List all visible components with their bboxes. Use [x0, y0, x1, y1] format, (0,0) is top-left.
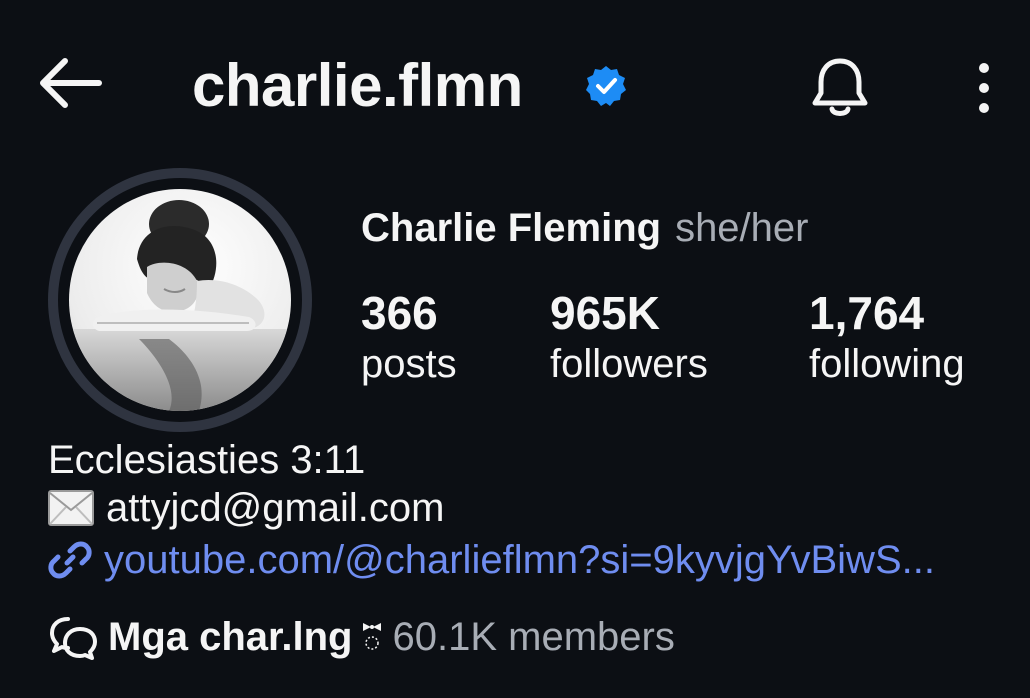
following-label: following: [809, 342, 965, 386]
posts-label: posts: [361, 342, 457, 386]
verified-badge-icon: [586, 66, 626, 106]
profile-username: charlie.flmn: [192, 52, 523, 119]
bio-line: Ecclesiasties 3:11: [48, 435, 365, 485]
more-options-button[interactable]: [960, 50, 1008, 126]
stat-followers[interactable]: 965K followers: [550, 286, 708, 388]
bow-icon: [362, 623, 381, 650]
followers-label: followers: [550, 342, 708, 386]
stat-posts[interactable]: 366 posts: [361, 286, 457, 388]
notifications-button[interactable]: [800, 50, 880, 126]
community-name: Mga char.lng: [108, 614, 353, 659]
more-vertical-icon: [979, 63, 989, 113]
followers-count: 965K: [550, 287, 660, 339]
stat-following[interactable]: 1,764 following: [809, 286, 965, 388]
pronouns: she/her: [675, 206, 809, 250]
back-arrow-icon: [40, 58, 102, 108]
profile-avatar-ring[interactable]: [48, 168, 312, 432]
community-members: 60.1K members: [392, 614, 675, 659]
community-row[interactable]: Mga char.lng 60.1K members: [48, 613, 675, 661]
envelope-icon: [48, 490, 94, 526]
name-row: Charlie Fleming she/her: [361, 206, 808, 251]
bio-email: attyjcd@gmail.com: [106, 486, 445, 530]
bio-link[interactable]: youtube.com/@charlieflmn?si=9kyvjgYvBiwS…: [48, 535, 1018, 585]
bio-text: Ecclesiasties 3:11: [48, 438, 366, 482]
community-chat-icon: [50, 617, 97, 660]
bell-icon: [812, 58, 868, 116]
full-name: Charlie Fleming: [361, 206, 662, 250]
bio-email-row: attyjcd@gmail.com: [48, 483, 444, 533]
following-count: 1,764: [809, 287, 925, 339]
posts-count: 366: [361, 287, 438, 339]
avatar: [69, 189, 291, 411]
back-button[interactable]: [30, 48, 110, 118]
bio-link-text: youtube.com/@charlieflmn?si=9kyvjgYvBiwS…: [104, 538, 935, 582]
link-icon: [48, 541, 92, 579]
